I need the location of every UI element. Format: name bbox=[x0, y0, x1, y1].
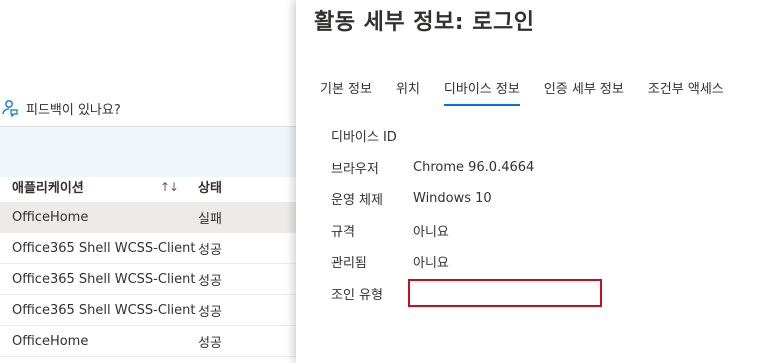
field-label: 조인 유형 bbox=[331, 287, 383, 303]
app-root: 피드백이 있나요? 애플리케이션 ↑↓ 상태 OfficeHome 실패 Off… bbox=[0, 0, 784, 363]
field-managed: 관리됨 아니요 bbox=[331, 246, 534, 278]
cell-status: 성공 bbox=[198, 242, 222, 258]
field-value: 아니요 bbox=[413, 256, 449, 272]
field-label: 규격 bbox=[331, 224, 355, 240]
cell-application: Office365 Shell WCSS-Client bbox=[12, 240, 196, 256]
field-browser: 브라우저 Chrome 96.0.4664 bbox=[331, 152, 534, 184]
field-value: 아니요 bbox=[413, 224, 449, 240]
activity-details-panel: 활동 세부 정보: 로그인 기본 정보 위치 디바이스 정보 인증 세부 정보 … bbox=[296, 0, 784, 363]
table-row[interactable]: Office365 Shell WCSS-Client 성공 bbox=[0, 233, 296, 264]
panel-title: 활동 세부 정보: 로그인 bbox=[314, 10, 535, 35]
table-row[interactable]: Office365 Shell WCSS-Client 성공 bbox=[0, 264, 296, 295]
field-device-id: 디바이스 ID bbox=[331, 120, 534, 152]
cell-status: 성공 bbox=[198, 273, 222, 289]
field-value: Windows 10 bbox=[413, 191, 492, 207]
cell-application: OfficeHome bbox=[12, 333, 89, 349]
column-header-application[interactable]: 애플리케이션 bbox=[0, 177, 160, 196]
cell-status: 성공 bbox=[198, 335, 222, 351]
tab-basic-info[interactable]: 기본 정보 bbox=[320, 78, 372, 106]
tab-authentication-details[interactable]: 인증 세부 정보 bbox=[544, 78, 624, 106]
filter-bar bbox=[0, 127, 296, 177]
field-label: 운영 체제 bbox=[331, 193, 383, 209]
sort-icon[interactable]: ↑↓ bbox=[160, 180, 196, 194]
details-tabs: 기본 정보 위치 디바이스 정보 인증 세부 정보 조건부 액세스 bbox=[320, 78, 748, 106]
field-label: 브라우저 bbox=[331, 161, 379, 177]
feedback-icon bbox=[0, 98, 20, 118]
field-compliant: 규격 아니요 bbox=[331, 215, 534, 247]
tab-device-info[interactable]: 디바이스 정보 bbox=[443, 78, 520, 106]
table-row[interactable]: Office365 Shell WCSS-Client 성공 bbox=[0, 295, 296, 326]
cell-application: Office365 Shell WCSS-Client bbox=[12, 271, 196, 287]
feedback-label: 피드백이 있나요? bbox=[26, 102, 121, 118]
cell-status: 성공 bbox=[198, 304, 222, 320]
join-type-highlight-box bbox=[408, 279, 602, 307]
sign-in-list-pane: 피드백이 있나요? 애플리케이션 ↑↓ 상태 OfficeHome 실패 Off… bbox=[0, 0, 296, 363]
column-header-status[interactable]: 상태 bbox=[196, 177, 222, 196]
field-label: 관리됨 bbox=[331, 256, 367, 272]
table-row[interactable]: OfficeHome 성공 bbox=[0, 326, 296, 357]
cell-application: OfficeHome bbox=[12, 209, 89, 225]
cell-status: 실패 bbox=[198, 211, 222, 227]
tab-location[interactable]: 위치 bbox=[396, 78, 420, 106]
table-header: 애플리케이션 ↑↓ 상태 bbox=[0, 171, 296, 202]
feedback-link[interactable]: 피드백이 있나요? bbox=[0, 96, 121, 120]
table-row[interactable]: OfficeHome 실패 bbox=[0, 202, 296, 233]
cell-application: Office365 Shell WCSS-Client bbox=[12, 302, 196, 318]
sign-in-table: 애플리케이션 ↑↓ 상태 OfficeHome 실패 Office365 She… bbox=[0, 171, 296, 357]
field-value: Chrome 96.0.4664 bbox=[413, 159, 535, 175]
field-label: 디바이스 ID bbox=[331, 130, 397, 146]
tab-conditional-access[interactable]: 조건부 액세스 bbox=[648, 78, 724, 106]
field-operating-system: 운영 체제 Windows 10 bbox=[331, 183, 534, 215]
